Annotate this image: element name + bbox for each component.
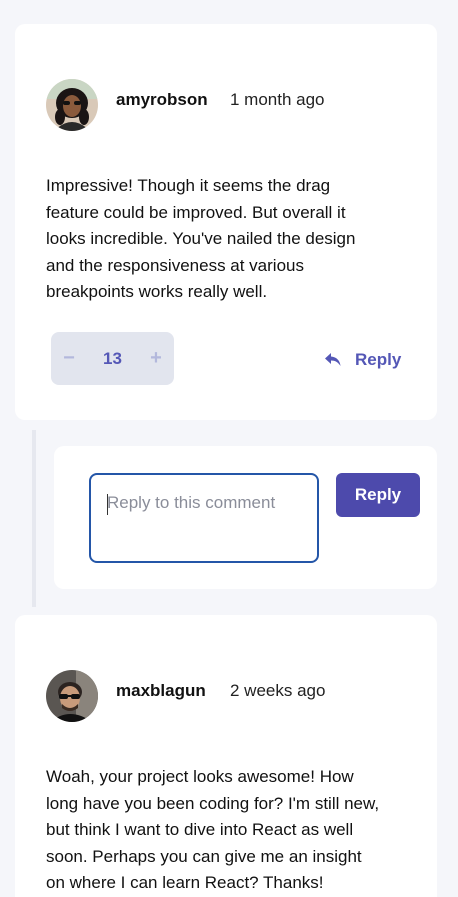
- text-cursor: [107, 494, 108, 515]
- downvote-button[interactable]: −: [51, 332, 87, 385]
- comment-body-line: long have you been coding for? I'm still…: [46, 793, 380, 813]
- reply-textarea[interactable]: [89, 473, 319, 563]
- comment-timestamp: 2 weeks ago: [230, 681, 326, 700]
- comment-body-line: feature could be improved. But overall i…: [46, 202, 346, 222]
- comment-body-line: on where I can learn React? Thanks!: [46, 873, 324, 892]
- comment-body-line: breakpoints works really well.: [46, 282, 268, 301]
- comment-body-line: looks incredible. You've nailed the desi…: [46, 229, 356, 248]
- upvote-button[interactable]: +: [138, 332, 174, 385]
- comment-body: Woah, your project looks awesome! How lo…: [46, 764, 379, 897]
- avatar: [46, 79, 98, 131]
- vote-counter: − 13 +: [51, 332, 174, 385]
- reply-form: Reply: [54, 446, 437, 589]
- comment-body-line: Woah, your project looks awesome! How: [46, 767, 354, 786]
- vote-score: 13: [103, 348, 122, 368]
- avatar: [46, 670, 98, 722]
- comment-username: maxblagun: [116, 681, 206, 700]
- comment-body: Impressive! Though it seems the drag fea…: [46, 173, 355, 306]
- comment-body-line: and the responsiveness at various: [46, 255, 304, 275]
- comment-card: amyrobson 1 month ago Impressive! Though…: [15, 24, 437, 420]
- reply-arrow-icon: [325, 353, 341, 366]
- comment-timestamp: 1 month ago: [230, 90, 325, 109]
- comment-body-line: Impressive! Though it seems the drag: [46, 176, 331, 195]
- comment-username: amyrobson: [116, 90, 208, 109]
- comment-body-line: but think I want to dive into React as w…: [46, 820, 354, 839]
- thread-divider: [32, 430, 36, 607]
- comment-body-line: soon. Perhaps you can give me an insight: [46, 846, 362, 866]
- avatar-amyrobson-icon: [46, 79, 98, 131]
- comment-card: maxblagun 2 weeks ago Woah, your project…: [15, 615, 437, 897]
- avatar-maxblagun-icon: [46, 670, 98, 722]
- reply-submit-button[interactable]: Reply: [336, 473, 420, 517]
- reply-button-label: Reply: [355, 350, 402, 369]
- reply-button[interactable]: Reply: [325, 350, 401, 370]
